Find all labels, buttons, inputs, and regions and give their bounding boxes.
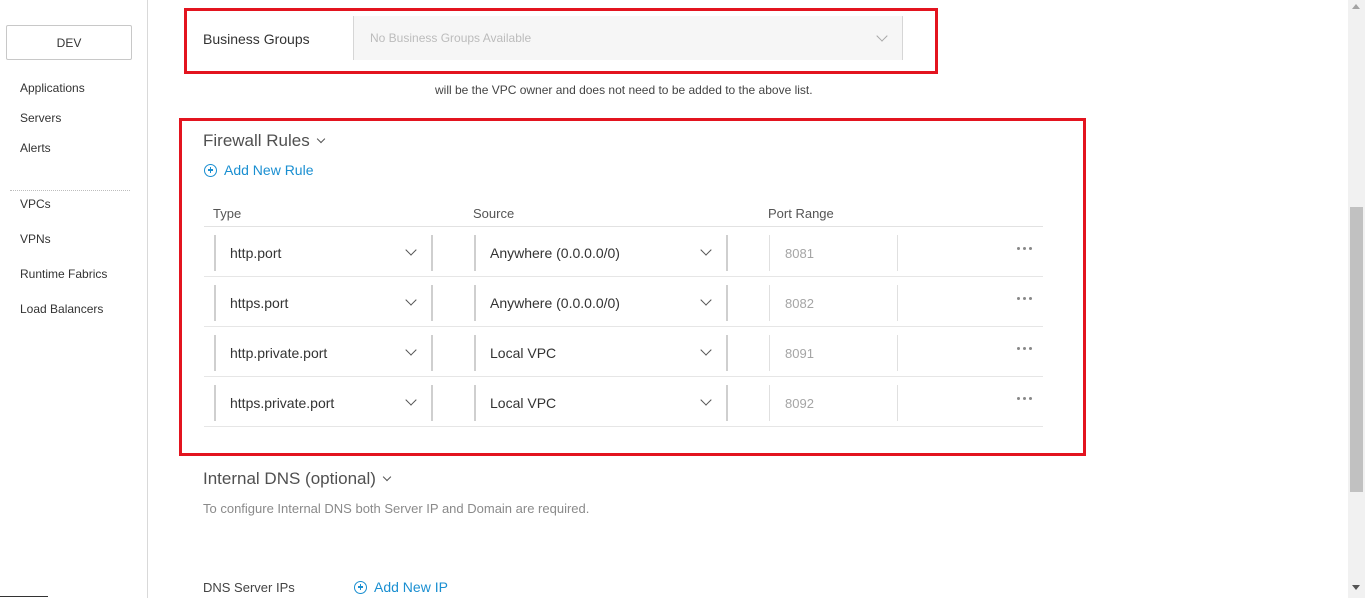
- rule-type-select[interactable]: http.port: [214, 235, 433, 271]
- rule-source-value: Local VPC: [490, 395, 557, 411]
- firewall-rule-row: https.private.port Local VPC 8092: [204, 377, 1043, 427]
- add-new-ip-label: Add New IP: [374, 579, 448, 595]
- column-header-type: Type: [213, 206, 242, 221]
- business-groups-placeholder: No Business Groups Available: [370, 31, 532, 45]
- rule-type-select[interactable]: http.private.port: [214, 335, 433, 371]
- rule-source-select[interactable]: Anywhere (0.0.0.0/0): [474, 235, 728, 271]
- rule-source-value: Anywhere (0.0.0.0/0): [490, 245, 620, 261]
- rule-type-select[interactable]: https.port: [214, 285, 433, 321]
- rule-port-field[interactable]: 8082: [769, 285, 898, 321]
- rule-source-select[interactable]: Local VPC: [474, 335, 728, 371]
- rule-type-value: https.port: [230, 295, 289, 311]
- dns-server-ips-label: DNS Server IPs: [203, 580, 295, 595]
- chevron-down-icon: [700, 244, 712, 256]
- plus-circle-icon: [204, 163, 217, 177]
- sidebar-item-alerts[interactable]: Alerts: [20, 141, 51, 155]
- chevron-down-icon: [700, 394, 712, 406]
- sidebar-item-runtime-fabrics[interactable]: Runtime Fabrics: [20, 267, 107, 281]
- rule-source-select[interactable]: Anywhere (0.0.0.0/0): [474, 285, 728, 321]
- firewall-rule-row: http.port Anywhere (0.0.0.0/0) 8081: [204, 227, 1043, 277]
- chevron-down-icon: [876, 30, 888, 42]
- vpc-owner-note: will be the VPC owner and does not need …: [435, 83, 813, 97]
- internal-dns-description: To configure Internal DNS both Server IP…: [203, 501, 590, 516]
- chevron-down-icon: [382, 472, 392, 482]
- rule-port-value: 8081: [785, 246, 814, 261]
- rule-port-field[interactable]: 8091: [769, 335, 898, 371]
- rule-type-value: https.private.port: [230, 395, 335, 411]
- chevron-down-icon: [405, 244, 417, 256]
- chevron-down-icon: [700, 344, 712, 356]
- rule-source-select[interactable]: Local VPC: [474, 385, 728, 421]
- rule-type-value: http.private.port: [230, 345, 328, 361]
- rule-type-select[interactable]: https.private.port: [214, 385, 433, 421]
- sidebar-item-applications[interactable]: Applications: [20, 81, 85, 95]
- environment-button[interactable]: DEV: [6, 25, 132, 60]
- page-scrollbar[interactable]: [1348, 0, 1365, 598]
- rule-type-value: http.port: [230, 245, 282, 261]
- internal-dns-title-text: Internal DNS (optional): [203, 469, 376, 488]
- chevron-down-icon: [405, 394, 417, 406]
- scroll-up-arrow-icon[interactable]: [1352, 4, 1360, 9]
- scroll-down-arrow-icon[interactable]: [1352, 585, 1360, 590]
- more-options-icon[interactable]: [1017, 293, 1033, 303]
- rule-source-value: Anywhere (0.0.0.0/0): [490, 295, 620, 311]
- firewall-rules-title-text: Firewall Rules: [203, 131, 310, 150]
- firewall-rule-row: https.port Anywhere (0.0.0.0/0) 8082: [204, 277, 1043, 327]
- firewall-rule-row: http.private.port Local VPC 8091: [204, 327, 1043, 377]
- more-options-icon[interactable]: [1017, 243, 1033, 253]
- chevron-down-icon: [405, 344, 417, 356]
- sidebar-bottom-line: [0, 596, 48, 597]
- plus-circle-icon: [354, 580, 367, 594]
- firewall-rules-title[interactable]: Firewall Rules: [203, 131, 325, 151]
- sidebar-item-vpns[interactable]: VPNs: [20, 232, 51, 246]
- column-header-source: Source: [473, 206, 515, 221]
- chevron-down-icon: [316, 134, 325, 144]
- sidebar-item-vpcs[interactable]: VPCs: [20, 197, 51, 211]
- more-options-icon[interactable]: [1017, 343, 1033, 353]
- rule-port-field[interactable]: 8092: [769, 385, 898, 421]
- column-header-port-range: Port Range: [768, 206, 834, 221]
- sidebar-item-servers[interactable]: Servers: [20, 111, 61, 125]
- add-new-rule-link[interactable]: Add New Rule: [204, 162, 314, 178]
- chevron-down-icon: [405, 294, 417, 306]
- rule-port-value: 8092: [785, 396, 814, 411]
- rule-port-value: 8091: [785, 346, 814, 361]
- business-groups-label: Business Groups: [203, 31, 310, 47]
- more-options-icon[interactable]: [1017, 393, 1033, 403]
- sidebar-divider: [10, 190, 130, 191]
- sidebar-item-load-balancers[interactable]: Load Balancers: [20, 302, 103, 316]
- add-new-rule-label: Add New Rule: [224, 162, 314, 178]
- business-groups-select[interactable]: No Business Groups Available: [353, 16, 903, 60]
- add-new-ip-link[interactable]: Add New IP: [354, 579, 448, 595]
- internal-dns-title[interactable]: Internal DNS (optional): [203, 469, 392, 489]
- scrollbar-thumb[interactable]: [1350, 207, 1363, 492]
- chevron-down-icon: [700, 294, 712, 306]
- rule-source-value: Local VPC: [490, 345, 557, 361]
- rule-port-value: 8082: [785, 296, 814, 311]
- sidebar: DEV Applications Servers Alerts VPCs VPN…: [0, 0, 148, 598]
- rule-port-field[interactable]: 8081: [769, 235, 898, 271]
